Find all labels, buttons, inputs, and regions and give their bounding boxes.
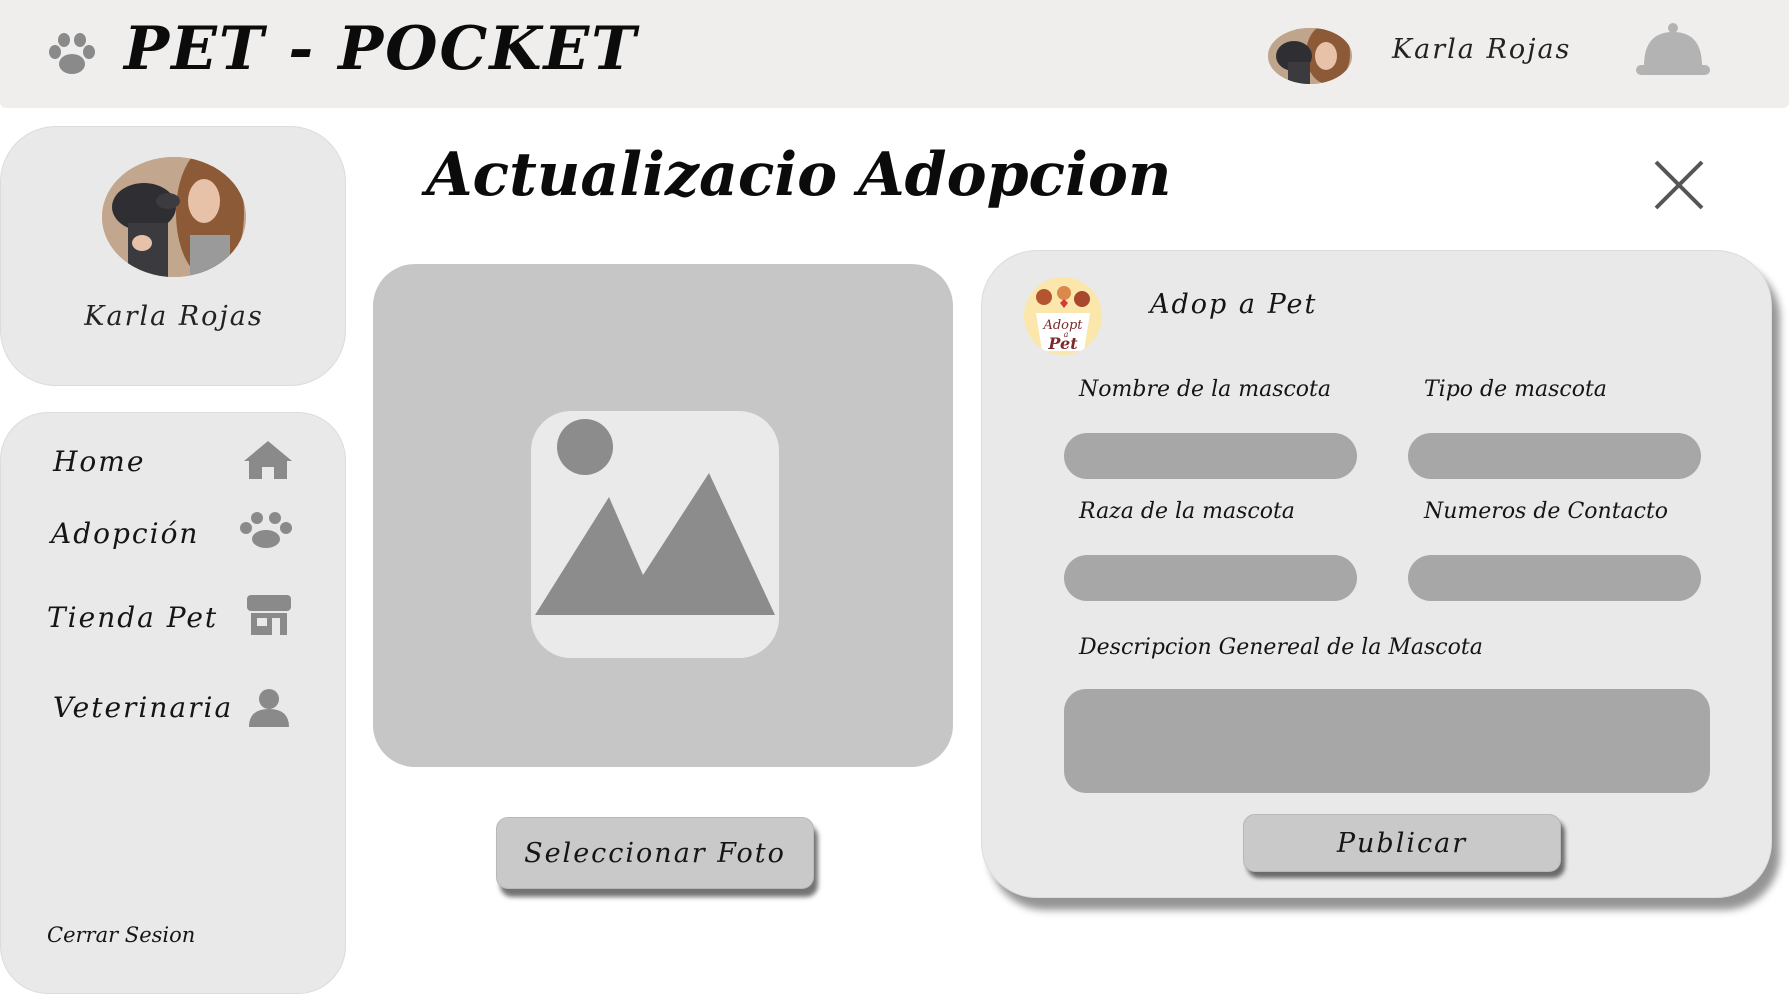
pet-type-input[interactable]	[1408, 433, 1701, 479]
pet-type-label: Tipo de mascota	[1424, 377, 1607, 402]
store-icon	[247, 595, 291, 635]
sidebar-nav: Home Adopción Tienda Pet Veterinaria Cer…	[0, 412, 346, 994]
home-icon	[244, 441, 292, 479]
description-label: Descripcion Genereal de la Mascota	[1079, 635, 1483, 660]
sidebar-item-label: Veterinaria	[53, 691, 234, 724]
description-textarea[interactable]	[1064, 689, 1710, 793]
profile-card: Karla Rojas	[0, 126, 346, 386]
avatar-photo	[1268, 28, 1352, 84]
publish-button[interactable]: Publicar	[1243, 814, 1561, 872]
paw-icon	[240, 512, 292, 548]
brand-title: PET - POCKET	[124, 14, 638, 84]
sidebar-item-home[interactable]: Home	[1, 437, 347, 491]
logout-link[interactable]: Cerrar Sesion	[47, 923, 195, 947]
sidebar-item-adopcion[interactable]: Adopción	[1, 509, 347, 563]
sidebar-item-tienda[interactable]: Tienda Pet	[1, 593, 347, 647]
paw-logo-icon	[49, 33, 95, 74]
adopt-logo-art: Adopt a Pet	[1024, 277, 1102, 355]
pet-breed-label: Raza de la mascota	[1079, 499, 1295, 524]
profile-name: Karla Rojas	[84, 301, 264, 332]
contact-input[interactable]	[1408, 555, 1701, 601]
close-icon[interactable]	[1652, 158, 1706, 212]
adopt-a-pet-logo: Adopt a Pet	[1024, 277, 1102, 355]
sidebar-item-label: Adopción	[51, 517, 200, 550]
user-avatar[interactable]	[1268, 28, 1352, 84]
profile-avatar[interactable]	[102, 157, 246, 277]
image-placeholder-icon	[531, 411, 779, 658]
pet-breed-input[interactable]	[1064, 555, 1357, 601]
adoption-form-card: Adopt a Pet Adop a Pet Nombre de la masc…	[981, 250, 1772, 898]
person-icon	[249, 689, 289, 727]
top-bar: PET - POCKET Karla Rojas	[0, 0, 1789, 108]
org-name: Adop a Pet	[1150, 289, 1318, 320]
sidebar-item-label: Home	[53, 445, 146, 478]
svg-text:Pet: Pet	[1047, 334, 1078, 353]
select-photo-button[interactable]: Seleccionar Foto	[496, 817, 814, 889]
profile-photo	[102, 157, 246, 277]
page-title: Actualizacio Adopcion	[426, 140, 1172, 210]
pet-name-input[interactable]	[1064, 433, 1357, 479]
header-user-name: Karla Rojas	[1392, 34, 1572, 65]
photo-preview	[373, 264, 953, 767]
sidebar-item-label: Tienda Pet	[47, 601, 219, 634]
notification-bell-icon[interactable]	[1634, 20, 1712, 80]
contact-label: Numeros de Contacto	[1424, 499, 1669, 524]
sidebar-item-veterinaria[interactable]: Veterinaria	[1, 687, 347, 741]
pet-name-label: Nombre de la mascota	[1079, 377, 1332, 402]
